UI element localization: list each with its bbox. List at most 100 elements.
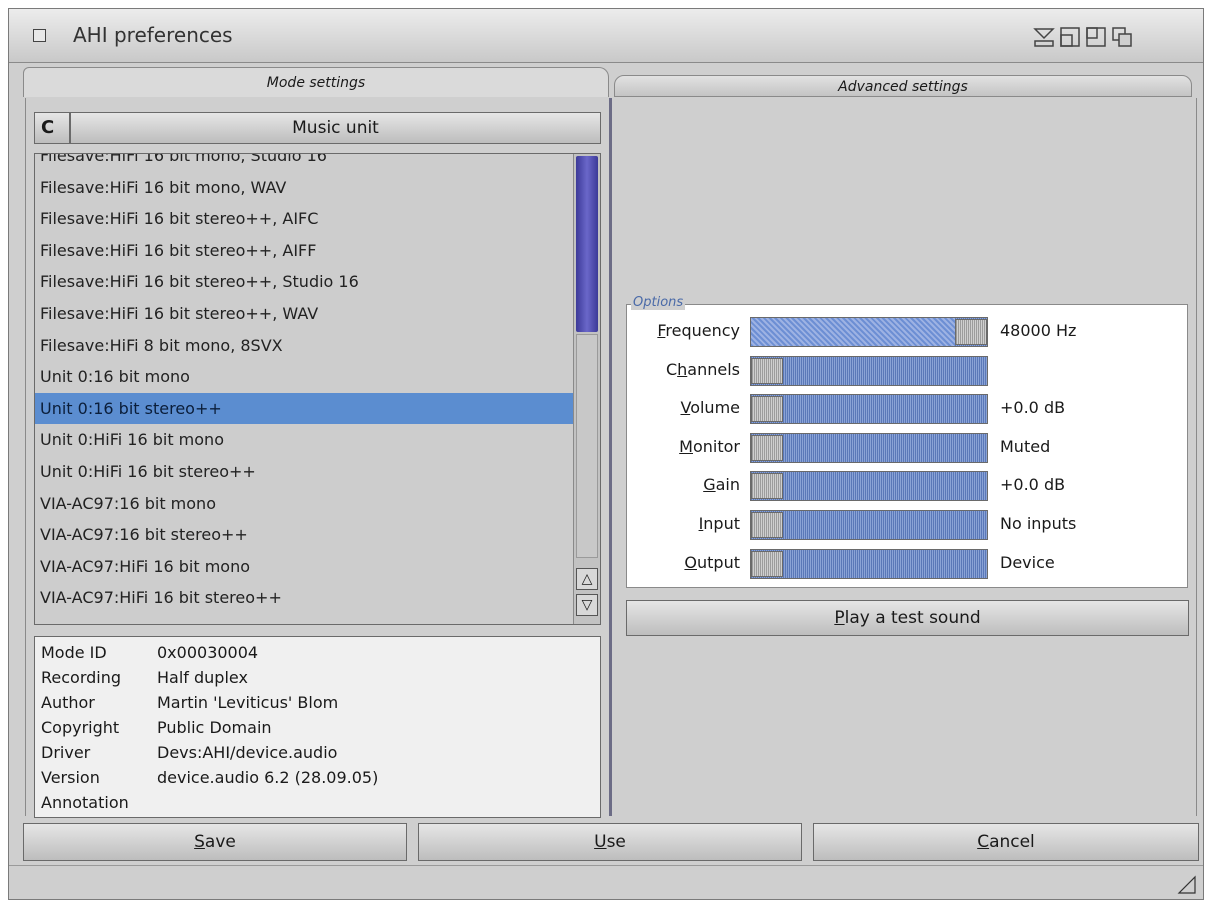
use-label: Use	[594, 832, 626, 852]
option-value: 48000 Hz	[1000, 321, 1077, 340]
mode-list-item[interactable]: VIA-AC97:HiFi 16 bit stereo++	[35, 582, 573, 614]
mode-list[interactable]: Filesave:HiFi 16 bit mono, Studio 16 File…	[34, 153, 601, 625]
info-value: 0x00030004	[157, 643, 259, 662]
mode-info-box: Mode ID 0x00030004 Recording Half duplex Aut…	[34, 636, 601, 818]
scrollbar-track[interactable]	[576, 334, 598, 558]
save-label: Save	[194, 832, 236, 852]
slider-knob[interactable]	[751, 434, 783, 461]
mode-list-item[interactable]: Filesave:HiFi 16 bit stereo++, AIFF	[35, 235, 573, 267]
info-key: Mode ID	[41, 643, 107, 662]
tab-mode-settings[interactable]: Mode settings	[23, 67, 609, 97]
info-row: Annotation	[41, 790, 600, 815]
info-key: Version	[41, 768, 100, 787]
option-row-monitor: Monitor Muted	[627, 429, 1187, 467]
music-unit-button[interactable]: Music unit	[70, 112, 601, 144]
info-value: device.audio 6.2 (28.09.05)	[157, 768, 379, 787]
info-row: Mode ID 0x00030004	[41, 640, 600, 665]
option-slider[interactable]	[750, 355, 988, 386]
info-row: Recording Half duplex	[41, 665, 600, 690]
option-slider[interactable]	[750, 548, 988, 579]
mode-settings-panel: C Music unit Filesave:HiFi 16 bit mono, …	[25, 98, 609, 818]
option-slider[interactable]	[750, 432, 988, 463]
option-slider[interactable]	[750, 510, 988, 540]
scroll-up-icon[interactable]: △	[576, 568, 598, 590]
mode-list-item[interactable]: VIA-AC97:16 bit stereo++	[35, 519, 573, 551]
option-row-input: Input No inputs	[627, 506, 1187, 544]
option-value: No inputs	[1000, 514, 1077, 533]
info-key: Author	[41, 693, 95, 712]
option-label: Frequency	[657, 321, 740, 340]
option-label: Gain	[703, 475, 740, 495]
info-value: Public Domain	[157, 718, 272, 737]
window-title: AHI preferences	[73, 23, 233, 47]
option-row-channels: Channels	[627, 352, 1187, 390]
mode-list-item[interactable]: Filesave:HiFi 16 bit stereo++, AIFC	[35, 203, 573, 235]
use-button[interactable]: Use	[418, 823, 802, 861]
option-label: Monitor	[679, 436, 740, 456]
option-row-frequency: Frequency 48000 Hz	[627, 313, 1187, 351]
mode-list-item[interactable]: Filesave:HiFi 16 bit stereo++, Studio 16	[35, 266, 573, 298]
tab-bar: Mode settings Advanced settings	[23, 67, 1193, 97]
info-value: Martin 'Leviticus' Blom	[157, 693, 339, 712]
info-row: Copyright Public Domain	[41, 715, 600, 740]
mode-list-item[interactable]: Filesave:HiFi 16 bit mono, WAV	[35, 172, 573, 204]
mode-list-item[interactable]: VIA-AC97:HiFi 16 bit mono	[35, 551, 573, 583]
option-value: +0.0 dB	[1000, 475, 1066, 495]
mode-list-item[interactable]: Filesave:HiFi 16 bit mono, Studio 16	[35, 154, 573, 172]
info-value: Half duplex	[157, 668, 248, 687]
option-value: Device	[1000, 552, 1055, 572]
iconify-icon[interactable]	[1033, 26, 1055, 48]
slider-knob[interactable]	[955, 319, 987, 345]
mode-list-item[interactable]: Unit 0:16 bit mono	[35, 361, 573, 393]
option-label: Output	[684, 552, 740, 572]
mode-list-item[interactable]: Filesave:HiFi 16 bit stereo++, WAV	[35, 298, 573, 330]
option-label: Volume	[680, 398, 740, 418]
info-row: Version device.audio 6.2 (28.09.05)	[41, 765, 600, 790]
save-button[interactable]: Save	[23, 823, 407, 861]
slider-knob[interactable]	[751, 512, 783, 538]
mode-list-items: Filesave:HiFi 16 bit mono, Studio 16 File…	[35, 154, 573, 624]
options-legend: Options	[631, 295, 686, 310]
option-row-volume: Volume +0.0 dB	[627, 390, 1187, 428]
option-slider[interactable]	[750, 317, 988, 347]
advanced-settings-panel: Options Frequency 48000 Hz Channels Volume +…	[612, 98, 1197, 816]
option-label: Channels	[665, 359, 740, 379]
info-key: Annotation	[41, 793, 129, 812]
prefs-window: AHI preferences Mode settings Advanced s…	[8, 8, 1204, 900]
slider-knob[interactable]	[751, 550, 783, 577]
mode-list-item[interactable]: Unit 0:HiFi 16 bit stereo++	[35, 456, 573, 488]
mode-list-item[interactable]: Unit 0:16 bit stereo++	[35, 392, 573, 425]
depth-icon[interactable]	[1111, 26, 1133, 48]
mode-list-item[interactable]: Unit 0:HiFi 16 bit mono	[35, 424, 573, 456]
scroll-down-icon[interactable]: ▽	[576, 594, 598, 616]
option-label: Input	[698, 514, 740, 533]
snapshot-icon[interactable]	[1059, 26, 1081, 48]
option-row-output: Output Device	[627, 545, 1187, 583]
slider-knob[interactable]	[751, 396, 783, 423]
info-value: Devs:AHI/device.audio	[157, 743, 338, 762]
slider-knob[interactable]	[751, 357, 783, 384]
resize-grip-icon[interactable]	[1177, 875, 1197, 895]
option-slider[interactable]	[750, 394, 988, 425]
mode-list-item[interactable]: VIA-AC97:16 bit mono	[35, 488, 573, 520]
play-test-sound-button[interactable]: Play a test sound	[626, 600, 1189, 636]
info-key: Copyright	[41, 718, 120, 737]
mode-list-scrollbar[interactable]: △ ▽	[573, 154, 600, 624]
title-bar[interactable]: AHI preferences	[9, 9, 1203, 63]
mode-list-item[interactable]: Filesave:HiFi 8 bit mono, 8SVX	[35, 330, 573, 362]
option-value: Muted	[1000, 436, 1051, 456]
info-row: Author Martin 'Leviticus' Blom	[41, 690, 600, 715]
music-unit-bar: C Music unit	[34, 112, 601, 144]
zoom-icon[interactable]	[1085, 26, 1107, 48]
options-group: Options Frequency 48000 Hz Channels Volume +…	[626, 295, 1188, 588]
option-slider[interactable]	[750, 471, 988, 502]
status-bar	[9, 865, 1203, 899]
close-icon[interactable]	[33, 29, 46, 42]
cancel-button[interactable]: Cancel	[813, 823, 1199, 861]
tab-advanced-settings[interactable]: Advanced settings	[614, 75, 1192, 97]
option-row-gain: Gain +0.0 dB	[627, 467, 1187, 505]
cycle-icon[interactable]: C	[34, 112, 70, 144]
bottom-button-bar: Save Use Cancel	[23, 823, 1199, 863]
slider-knob[interactable]	[751, 473, 783, 500]
scrollbar-thumb[interactable]	[576, 156, 598, 332]
